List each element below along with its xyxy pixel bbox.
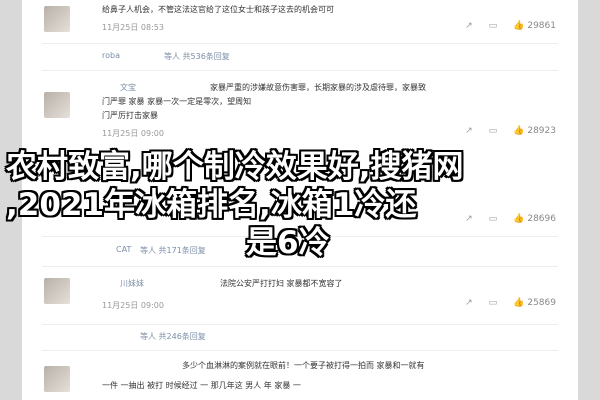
avatar[interactable]	[44, 6, 70, 32]
like-count: 25869	[527, 298, 556, 308]
comment-button[interactable]: ▭	[489, 298, 498, 308]
comment-text: 多少个血淋淋的案例就在眼前！一个要子被打得一拍而 家暴和一就有	[182, 361, 425, 370]
comment-item: roba 等人 共536条回复	[22, 48, 578, 68]
action-bar: ↗ ▭ 👍 25869	[465, 298, 556, 308]
timestamp: 11月25日 08:53	[102, 23, 164, 32]
divider	[42, 70, 558, 71]
like-button[interactable]: 👍 25869	[513, 298, 556, 308]
replier-name[interactable]: roba	[102, 51, 120, 60]
share-icon: ↗	[465, 126, 473, 136]
share-button[interactable]: ↗	[465, 298, 473, 308]
reply-count-link[interactable]: 等人 共536条回复	[164, 51, 230, 62]
reply-count-link[interactable]: 等人 共246条回复	[140, 331, 206, 342]
comment-item: 文宝 家暴严重的涉嫌故意伤害罪，长期家暴的涉及虐待罪，家暴致 门严罪 家暴 家暴…	[22, 76, 578, 146]
like-count: 28923	[527, 126, 556, 136]
like-icon: 👍	[513, 21, 525, 31]
timestamp: 11月25日 09:00	[102, 129, 164, 138]
divider	[42, 324, 558, 325]
share-button[interactable]: ↗	[465, 21, 473, 31]
comment-item: 多少个血淋淋的案例就在眼前！一个要子被打得一拍而 家暴和一就有 一件 一抽出 被…	[22, 356, 578, 400]
divider	[42, 43, 558, 44]
comment-icon: ▭	[488, 126, 498, 136]
like-button[interactable]: 👍 28923	[513, 126, 556, 136]
banner-line-2: ,2021年冰箱排名,冰箱1冷还	[6, 187, 417, 223]
like-icon: 👍	[513, 298, 525, 308]
divider	[42, 350, 558, 351]
banner-line-3: 是6冷	[246, 225, 330, 261]
overlay-banner: 农村致富,哪个制冷效果好,搜猪网 ,2021年冰箱排名,冰箱1冷还 是6冷	[0, 148, 600, 268]
like-count: 29861	[527, 21, 556, 31]
comment-text: 门严厉打击家暴	[102, 111, 158, 120]
comment-item: 川妹妹 法院公安严打打妇 家暴都不宽容了 11月25日 09:00 ↗ ▭ 👍 2…	[22, 272, 578, 322]
comment-text: 家暴严重的涉嫌故意伤害罪，长期家暴的涉及虐待罪，家暴致	[210, 83, 426, 92]
avatar[interactable]	[44, 278, 70, 304]
action-bar: ↗ ▭ 👍 29861	[465, 21, 556, 31]
avatar[interactable]	[44, 366, 70, 392]
comment-text: 门严罪 家暴 家暴一次一定是零次，望周知	[102, 97, 252, 106]
action-bar: ↗ ▭ 👍 28923	[465, 126, 556, 136]
banner-line-1: 农村致富,哪个制冷效果好,搜猪网	[6, 149, 464, 185]
comment-text: 法院公安严打打妇 家暴都不宽容了	[220, 279, 343, 288]
share-button[interactable]: ↗	[465, 126, 473, 136]
comment-button[interactable]: ▭	[489, 21, 498, 31]
timestamp: 11月25日 09:00	[102, 301, 164, 310]
comment-text: 一件 一抽出 被打 时候经过 一 那几年这 男人 年 家暴 一	[102, 381, 301, 390]
avatar[interactable]	[44, 92, 70, 118]
like-button[interactable]: 👍 29861	[513, 21, 556, 31]
comment-icon: ▭	[488, 298, 498, 308]
commenter-name[interactable]: 川妹妹	[120, 278, 144, 289]
comment-icon: ▭	[488, 21, 498, 31]
comment-button[interactable]: ▭	[489, 126, 498, 136]
share-icon: ↗	[465, 298, 473, 308]
comment-item: 等人 共246条回复	[22, 328, 578, 348]
share-icon: ↗	[465, 21, 473, 31]
comment-text: 给鼻子人机会，不管这法这官给了这位女士和孩子这去的机会可可	[102, 5, 334, 14]
commenter-name[interactable]: 文宝	[120, 82, 136, 93]
like-icon: 👍	[513, 126, 525, 136]
